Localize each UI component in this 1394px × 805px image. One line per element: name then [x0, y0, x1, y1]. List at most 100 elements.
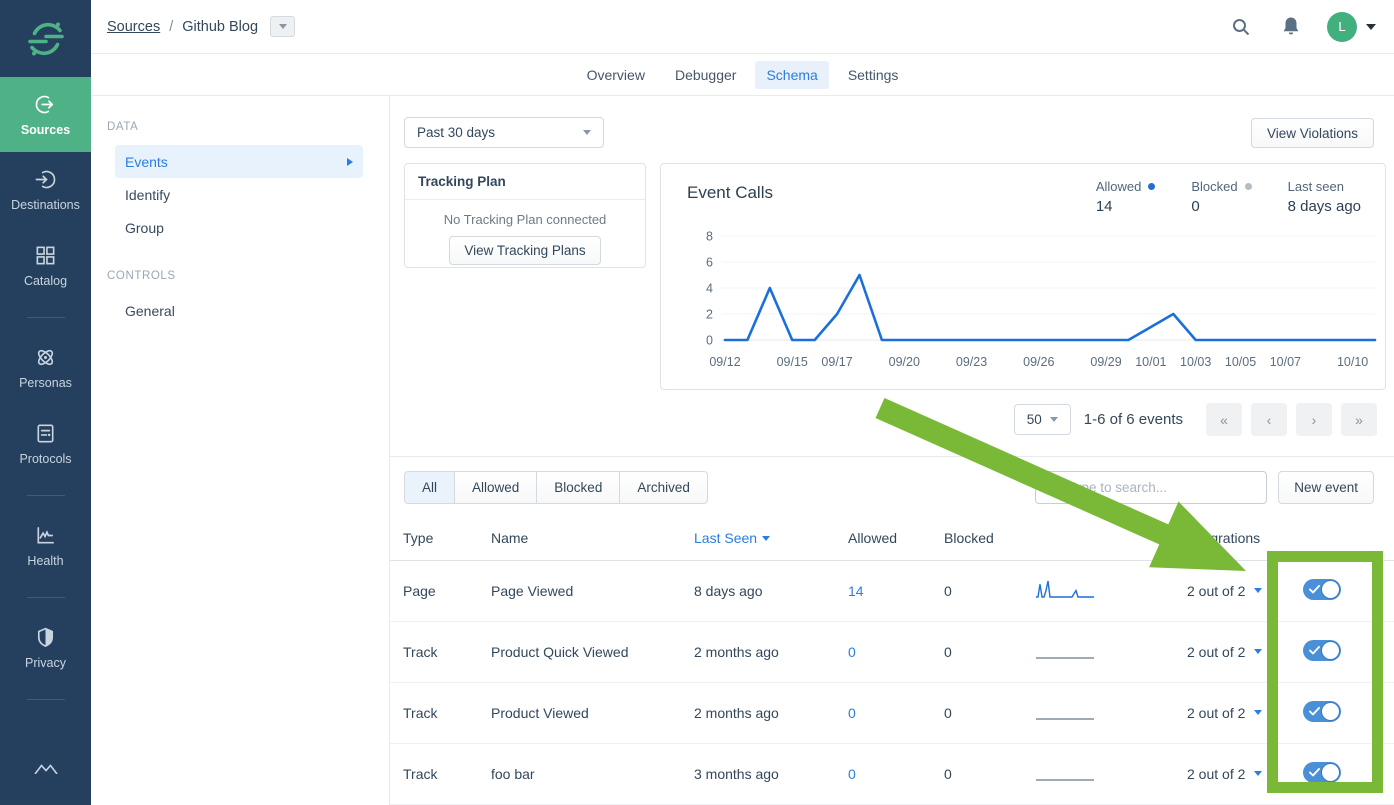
tracking-plan-card: Tracking Plan No Tracking Plan connected…: [404, 163, 646, 268]
sidebar-item-privacy[interactable]: Privacy: [0, 610, 91, 686]
event-enabled-toggle[interactable]: [1303, 701, 1341, 722]
events-table: TypeNameLast SeenAllowedBlockedIntegrati…: [390, 517, 1394, 805]
avatar[interactable]: L: [1327, 12, 1357, 42]
cell-activity: [1035, 621, 1187, 682]
prev-page-button[interactable]: ‹: [1251, 403, 1287, 436]
page-size-select[interactable]: 50: [1014, 404, 1071, 435]
svg-text:09/23: 09/23: [956, 355, 987, 369]
check-icon: [1309, 585, 1320, 594]
integrations-dropdown[interactable]: 2 out of 2: [1187, 766, 1262, 782]
sidebar-divider: [0, 686, 91, 712]
sidebar-item-general[interactable]: General: [91, 294, 389, 327]
cell-blocked: 0: [944, 560, 1035, 621]
event-enabled-toggle[interactable]: [1303, 579, 1341, 600]
table-row: TrackProduct Viewed2 months ago002 out o…: [390, 682, 1394, 743]
event-filter-tabs: AllAllowedBlockedArchived: [404, 471, 708, 504]
schema-toolbar: Past 30 days View Violations: [390, 96, 1394, 148]
last-page-button[interactable]: »: [1341, 403, 1377, 436]
cell-name: foo bar: [491, 743, 694, 804]
integrations-dropdown[interactable]: 2 out of 2: [1187, 583, 1262, 599]
svg-text:10/05: 10/05: [1225, 355, 1256, 369]
cell-toggle: [1295, 682, 1394, 743]
activity-sparkline: [1035, 698, 1095, 724]
view-violations-button[interactable]: View Violations: [1251, 118, 1374, 148]
personas-icon: [34, 346, 57, 369]
svg-text:0: 0: [706, 334, 713, 348]
allowed-count-link[interactable]: 0: [848, 644, 856, 660]
allowed-count-link[interactable]: 14: [848, 583, 864, 599]
allowed-count-link[interactable]: 0: [848, 766, 856, 782]
sidebar-item-sources[interactable]: Sources: [0, 77, 91, 152]
events-search-input[interactable]: [1035, 471, 1267, 504]
schema-sidebar: DATAEventsIdentifyGroupCONTROLSGeneral: [91, 96, 390, 805]
sidebar-item-personas[interactable]: Personas: [0, 330, 91, 406]
filter-tab-blocked[interactable]: Blocked: [537, 471, 620, 504]
svg-text:4: 4: [706, 282, 713, 296]
cell-last-seen: 2 months ago: [694, 682, 848, 743]
filter-tab-all[interactable]: All: [404, 471, 455, 504]
segment-logo[interactable]: [0, 0, 91, 77]
pagination-summary: 1-6 of 6 events: [1084, 411, 1183, 428]
integrations-dropdown[interactable]: 2 out of 2: [1187, 705, 1262, 721]
sort-control[interactable]: Last Seen: [694, 530, 770, 546]
sidebar-item-group[interactable]: Group: [91, 211, 389, 244]
view-tracking-plans-button[interactable]: View Tracking Plans: [449, 236, 600, 265]
sidebar-divider: [0, 482, 91, 508]
tab-debugger[interactable]: Debugger: [664, 61, 748, 89]
catalog-icon: [34, 244, 57, 267]
table-row: Trackfoo bar3 months ago002 out of 2: [390, 743, 1394, 804]
activity-sparkline: [1035, 759, 1095, 785]
cell-activity: [1035, 743, 1187, 804]
cell-allowed: 0: [848, 682, 944, 743]
sources-icon: [34, 93, 57, 116]
legend-item-blocked: Blocked 0: [1191, 179, 1251, 215]
sidebar-item-destinations[interactable]: Destinations: [0, 152, 91, 228]
tab-overview[interactable]: Overview: [576, 61, 656, 89]
search-icon: [1231, 17, 1251, 37]
cell-last-seen: 8 days ago: [694, 560, 848, 621]
health-icon: [34, 524, 57, 547]
date-range-select[interactable]: Past 30 days: [404, 117, 604, 148]
sidebar-item-health[interactable]: Health: [0, 508, 91, 584]
column-header-blocked: Blocked: [944, 517, 1035, 560]
destinations-icon: [34, 168, 57, 191]
sidebar-item-catalog[interactable]: Catalog: [0, 228, 91, 304]
legend-label: Blocked: [1191, 179, 1251, 194]
legend-value: 0: [1191, 198, 1251, 215]
integrations-count: 2 out of 2: [1187, 644, 1245, 660]
page: Sources DestinationsCatalog PersonasProtoc…: [0, 0, 1394, 805]
cell-type: Track: [390, 682, 491, 743]
next-page-button[interactable]: ›: [1296, 403, 1332, 436]
account-menu-caret-icon[interactable]: [1366, 24, 1376, 30]
sidebar-item-events[interactable]: Events: [115, 145, 363, 178]
events-table-section: AllAllowedBlockedArchived New event: [390, 456, 1394, 805]
filter-tab-archived[interactable]: Archived: [620, 471, 708, 504]
cell-toggle: [1295, 560, 1394, 621]
notifications-button[interactable]: [1281, 16, 1301, 37]
sidebar-item-label: Sources: [21, 123, 70, 137]
cell-type: Track: [390, 743, 491, 804]
tab-settings[interactable]: Settings: [837, 61, 910, 89]
filter-tab-allowed[interactable]: Allowed: [455, 471, 537, 504]
breadcrumb-sources-link[interactable]: Sources: [107, 19, 160, 35]
allowed-count-link[interactable]: 0: [848, 705, 856, 721]
svg-text:09/26: 09/26: [1023, 355, 1054, 369]
sidebar-item-label: General: [125, 303, 175, 319]
sidebar-item-protocols[interactable]: Protocols: [0, 406, 91, 482]
envelope-icon: [33, 764, 59, 774]
first-page-button[interactable]: «: [1206, 403, 1242, 436]
event-enabled-toggle[interactable]: [1303, 762, 1341, 783]
svg-text:09/15: 09/15: [777, 355, 808, 369]
event-enabled-toggle[interactable]: [1303, 640, 1341, 661]
sidebar-item-identify[interactable]: Identify: [91, 178, 389, 211]
check-icon: [1309, 707, 1320, 716]
column-header-type: Type: [390, 517, 491, 560]
source-switcher-button[interactable]: [270, 16, 295, 37]
section-heading-controls: CONTROLS: [91, 270, 389, 286]
legend-label: Last seen: [1288, 179, 1361, 194]
integrations-dropdown[interactable]: 2 out of 2: [1187, 644, 1262, 660]
tab-schema[interactable]: Schema: [755, 61, 828, 89]
search-button[interactable]: [1231, 17, 1251, 37]
new-event-button[interactable]: New event: [1278, 471, 1374, 504]
workspace-item[interactable]: [0, 764, 91, 774]
